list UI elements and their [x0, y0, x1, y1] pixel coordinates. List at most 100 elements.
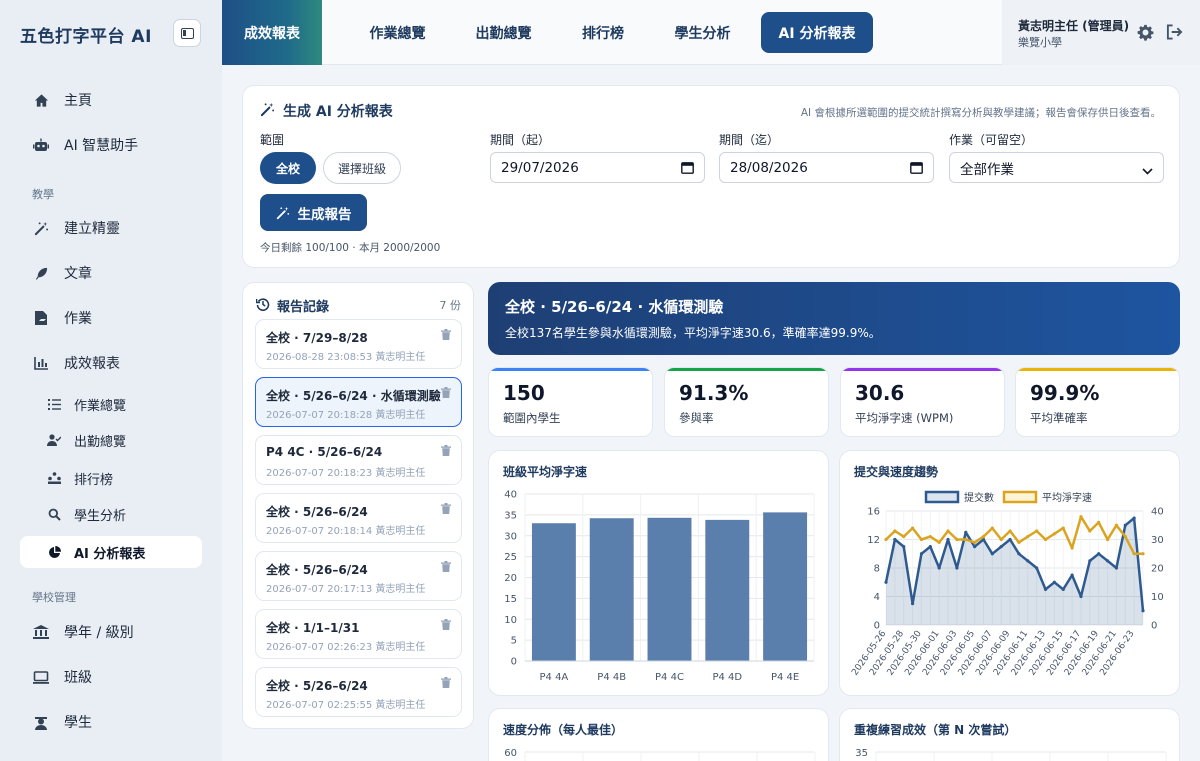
tab-section-reports[interactable]: 成效報表	[222, 0, 322, 65]
sidebar-subitem-ai-report[interactable]: AI 分析報表	[20, 536, 202, 568]
sidebar-subitem-attendance[interactable]: 出勤總覽	[20, 424, 202, 456]
history-item[interactable]: P4 4C · 5/26–6/24 2026-07-07 20:18:23 黃志明…	[255, 435, 462, 485]
tab-leaderboard[interactable]: 排行榜	[563, 12, 643, 53]
data-point	[1026, 535, 1030, 539]
trash-icon[interactable]	[441, 329, 451, 344]
y-tick-label: 60	[504, 748, 517, 759]
user-name: 黃志明主任 (管理員)	[1018, 19, 1130, 33]
trash-icon[interactable]	[441, 387, 451, 402]
trash-icon[interactable]	[441, 503, 451, 518]
sidebar-subitem-label: 作業總覽	[74, 398, 127, 414]
tab-attendance-overview[interactable]: 出勤總覽	[455, 12, 552, 53]
sidebar-item-students[interactable]: 學生	[20, 706, 202, 738]
sidebar-item-assignments[interactable]: 作業	[20, 302, 202, 334]
tab-assignment-overview[interactable]: 作業總覽	[349, 12, 446, 53]
history-item-meta: 2026-07-07 20:18:14 黃志明主任	[266, 526, 426, 537]
calendar-icon[interactable]	[910, 161, 923, 178]
calendar-icon[interactable]	[681, 161, 694, 178]
data-point	[946, 529, 950, 533]
sidebar-item-school-years[interactable]: 學年 / 級別	[20, 616, 202, 648]
ranking-icon	[46, 470, 62, 486]
user-school: 樂覽小學	[1018, 36, 1062, 49]
stat-accent-bar	[665, 368, 828, 371]
history-item[interactable]: 全校 · 5/26–6/24 2026-07-07 20:18:14 黃志明主任	[255, 493, 462, 543]
quota-text: 今日剩餘 100/100 · 本月 2000/2000	[260, 242, 441, 254]
sidebar-item-label: 學生	[64, 715, 92, 731]
assignment-select[interactable]: 全部作業	[949, 152, 1164, 183]
sidebar-subitem-student-analysis[interactable]: 學生分析	[20, 498, 202, 530]
history-item[interactable]: 全校 · 5/26–6/24 2026-07-07 02:25:55 黃志明主任	[255, 667, 462, 717]
bar	[647, 517, 692, 661]
history-item[interactable]: 全校 · 1/1–1/31 2026-07-07 02:26:23 黃志明主任	[255, 609, 462, 659]
x-tick-label: P4 4C	[655, 672, 684, 683]
data-point	[1043, 537, 1048, 542]
history-item[interactable]: 全校 · 7/29–8/28 2026-08-28 23:08:53 黃志明主任	[255, 319, 462, 369]
y-left-tick-label: 4	[874, 592, 880, 603]
sidebar-subitem-label: 學生分析	[74, 508, 127, 524]
history-item-title: P4 4C · 5/26–6/24	[266, 445, 383, 459]
sidebar-item-classes[interactable]: 班級	[20, 661, 202, 693]
pie-chart-icon	[46, 544, 62, 560]
data-point	[981, 535, 986, 539]
data-point	[964, 530, 968, 534]
scope-all-button[interactable]: 全校	[260, 152, 316, 184]
generate-report-label: 生成報告	[297, 206, 352, 223]
date-from-input[interactable]: 29/07/2026	[490, 152, 705, 183]
data-point	[1141, 609, 1145, 613]
data-point	[1123, 523, 1127, 527]
sidebar-subitem-label: 排行榜	[74, 472, 114, 488]
history-item-title: 全校 · 5/26–6/24	[266, 679, 368, 693]
sidebar-toggle-button[interactable]	[173, 19, 201, 47]
sidebar-item-label: 學年 / 級別	[64, 625, 134, 641]
legend-swatch	[1002, 490, 1038, 504]
bar	[531, 523, 576, 661]
date-to-input[interactable]: 28/08/2026	[719, 152, 934, 183]
sidebar-item-label: 作業	[64, 311, 92, 327]
trash-icon[interactable]	[441, 677, 451, 692]
tab-ai-report[interactable]: AI 分析報表	[761, 12, 873, 53]
data-point	[1114, 566, 1119, 570]
stat-card-students: 150 範圍內學生	[488, 367, 653, 437]
history-item-meta: 2026-07-07 20:18:23 黃志明主任	[266, 468, 426, 479]
stat-label: 範圍內學生	[503, 411, 561, 425]
data-point	[1097, 552, 1101, 556]
y-tick-label: 30	[504, 531, 517, 542]
sidebar-item-ai-assistant[interactable]: AI 智慧助手	[20, 129, 202, 161]
sidebar-subitem-assignment-overview[interactable]: 作業總覽	[20, 388, 202, 420]
bar	[763, 512, 808, 661]
trash-icon[interactable]	[441, 561, 451, 576]
user-panel: 黃志明主任 (管理員) 樂覽小學	[1002, 0, 1200, 65]
y-right-tick-label: 40	[1151, 507, 1164, 518]
data-point	[964, 537, 968, 542]
data-point	[1070, 546, 1074, 550]
data-point	[990, 552, 994, 556]
history-item[interactable]: 全校 · 5/26–6/24 · 水循環測驗 2026-07-07 20:18:2…	[255, 377, 462, 427]
history-icon	[255, 297, 270, 315]
monitor-icon	[32, 668, 50, 686]
generate-report-button[interactable]: 生成報告	[260, 194, 367, 231]
data-point	[999, 537, 1003, 542]
gear-icon[interactable]	[1137, 24, 1154, 45]
sidebar-section-teaching: 教學	[32, 188, 54, 201]
sidebar-item-articles[interactable]: 文章	[20, 257, 202, 289]
data-point	[893, 529, 897, 533]
sidebar-item-wizard[interactable]: 建立精靈	[20, 212, 202, 244]
sidebar-subitem-leaderboard[interactable]: 排行榜	[20, 462, 202, 494]
speed-distribution-chart: 60 速度分佈（每人最佳）	[488, 708, 829, 761]
history-item-meta: 2026-08-28 23:08:53 黃志明主任	[266, 352, 426, 363]
scope-class-button[interactable]: 選擇班級	[323, 152, 401, 184]
history-item-title: 全校 · 5/26–6/24 · 水循環測驗	[266, 389, 441, 403]
sidebar-item-reports[interactable]: 成效報表	[20, 347, 202, 379]
history-item[interactable]: 全校 · 5/26–6/24 2026-07-07 20:17:13 黃志明主任	[255, 551, 462, 601]
trash-icon[interactable]	[441, 619, 451, 634]
sidebar-item-more[interactable]	[20, 748, 202, 761]
stat-value: 99.9%	[1030, 381, 1100, 405]
sidebar-item-home[interactable]: 主頁	[20, 84, 202, 116]
data-point	[1088, 529, 1092, 533]
y-tick-label: 5	[511, 636, 517, 647]
tab-student-analysis[interactable]: 學生分析	[654, 12, 751, 53]
logout-icon[interactable]	[1166, 24, 1183, 44]
student-icon	[32, 713, 50, 731]
trash-icon[interactable]	[441, 445, 451, 460]
stat-card-participation: 91.3% 參與率	[664, 367, 829, 437]
